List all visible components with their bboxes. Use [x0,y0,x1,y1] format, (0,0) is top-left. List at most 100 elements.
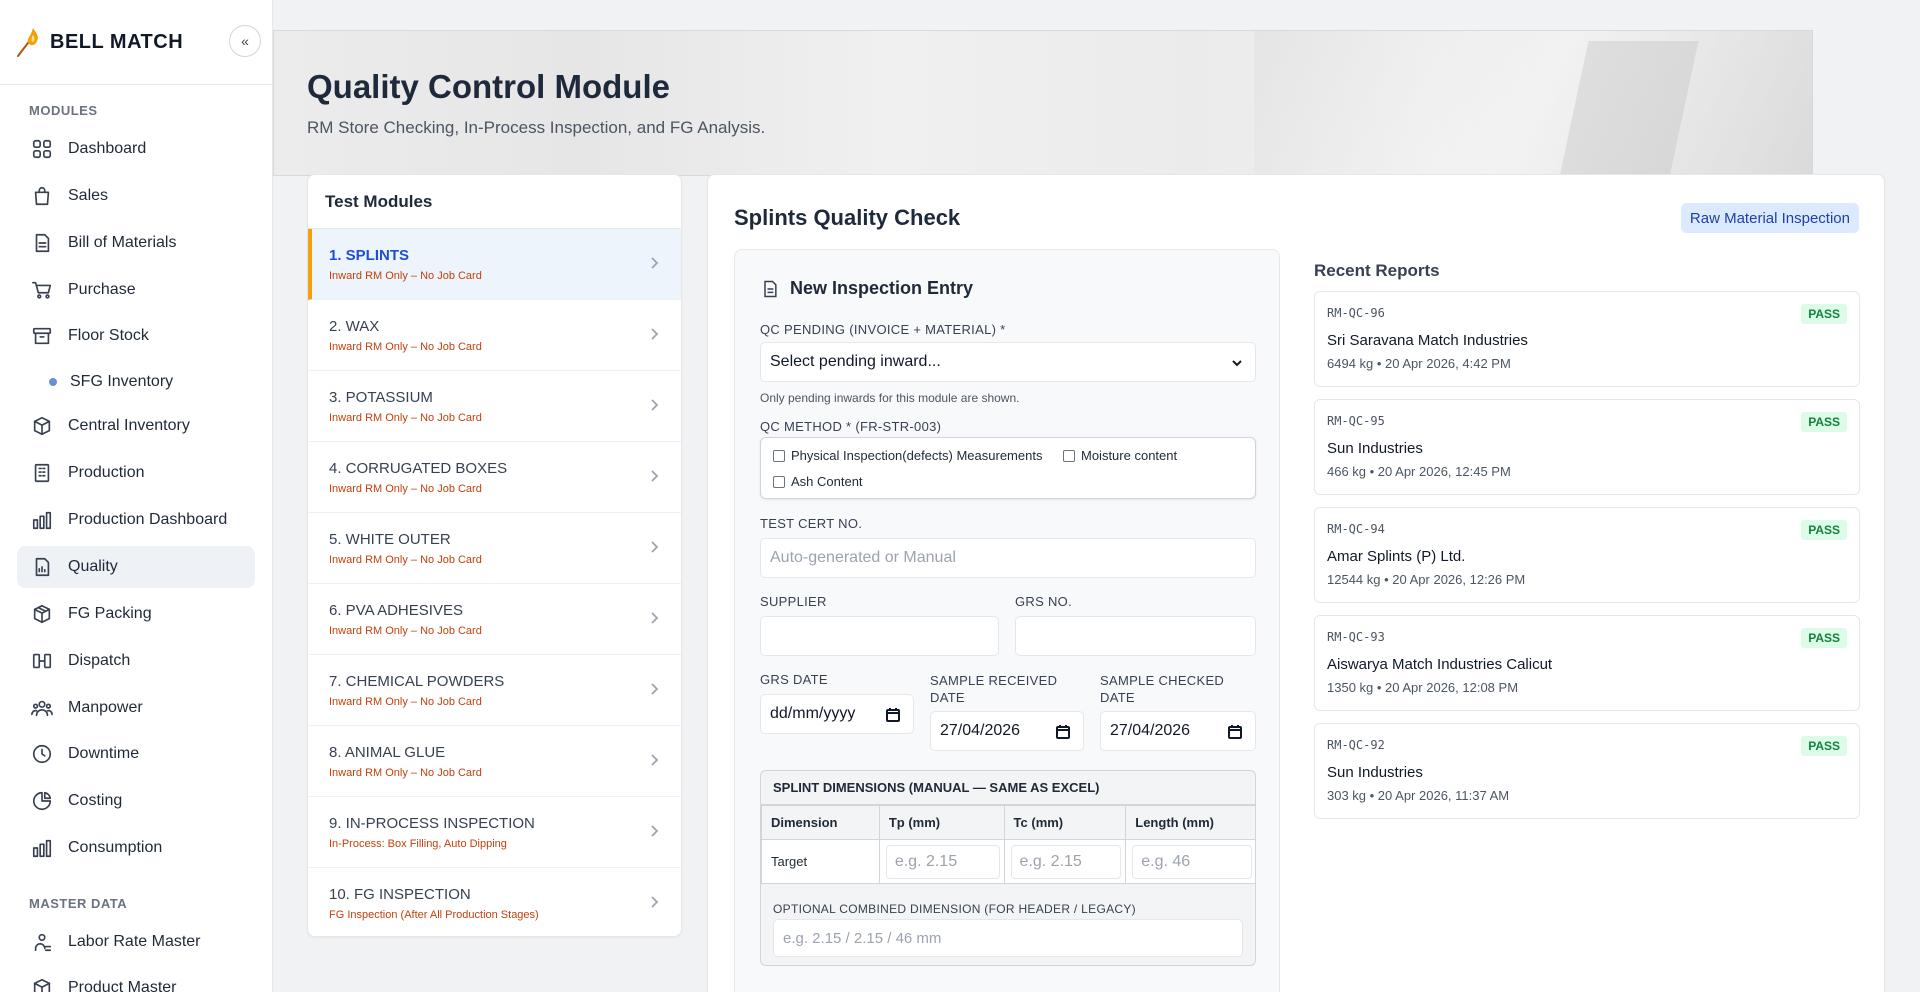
cart-icon [30,278,54,302]
test-module-item[interactable]: 5. WHITE OUTER Inward RM Only – No Job Ca… [308,513,681,584]
test-module-item[interactable]: 1. SPLINTS Inward RM Only – No Job Card [308,229,681,300]
sidebar-item-label: Production Dashboard [68,511,228,528]
length-input[interactable]: e.g. 46 [1132,844,1252,879]
shopping-bag-icon [30,184,54,208]
method-ash-checkbox[interactable]: Ash Content [773,474,863,489]
test-module-item[interactable]: 4. CORRUGATED BOXES Inward RM Only – No J… [308,442,681,513]
building-icon [30,461,54,485]
sidebar-item-label: Downtime [68,745,140,762]
test-cert-input[interactable]: Auto-generated or Manual [760,538,1256,578]
sample-checked-input[interactable]: 27/04/2026 [1100,711,1256,751]
tp-input[interactable]: e.g. 2.15 [885,844,1000,879]
bar-chart-icon [30,836,54,860]
grs-no-input[interactable] [1015,616,1256,656]
report-card[interactable]: RM-QC-93 PASS Aiswarya Match Industries Ca… [1314,615,1860,711]
tp-cell: e.g. 2.15 [878,839,1005,884]
test-module-item[interactable]: 9. IN-PROCESS INSPECTION In-Process: Box … [308,797,681,868]
sidebar-item-label: Dispatch [68,652,131,669]
report-meta: 12544 kg • 20 Apr 2026, 12:26 PM [1327,572,1526,587]
qc-method-group: Physical Inspection(defects) Measurement… [760,437,1256,499]
method-physical-checkbox[interactable]: Physical Inspection(defects) Measurement… [773,448,1042,463]
sidebar-item-sales[interactable]: Sales [17,175,255,217]
qc-pending-label: QC PENDING (INVOICE + MATERIAL) * [760,322,1006,337]
table-row: Target e.g. 2.15 e.g. 2.15 e.g. 46 [761,839,1255,884]
sidebar-item-fg-packing[interactable]: FG Packing [17,593,255,635]
test-module-name: 10. FG INSPECTION [329,885,471,903]
test-module-scope: Inward RM Only – No Job Card [329,482,482,495]
grs-date-input[interactable]: dd/mm/yyyy [760,694,914,734]
test-module-scope: Inward RM Only – No Job Card [329,411,482,424]
test-module-item[interactable]: 6. PVA ADHESIVES Inward RM Only – No Job … [308,584,681,655]
sidebar-item-label: SFG Inventory [70,373,174,390]
document-icon [30,231,54,255]
banner-image [1254,31,1812,175]
recent-reports-title: Recent Reports [1314,261,1440,280]
optional-dimension-input[interactable]: e.g. 2.15 / 2.15 / 46 mm [773,919,1243,957]
chevron-down-icon [1229,355,1245,371]
report-icon [30,555,54,579]
test-module-item[interactable]: 8. ANIMAL GLUE Inward RM Only – No Job Ca… [308,726,681,797]
sidebar-item-costing[interactable]: Costing [17,780,255,822]
sidebar-item-dashboard[interactable]: Dashboard [17,128,255,170]
qc-method-label: QC METHOD * (FR-STR-003) [760,419,942,434]
sidebar-item-purchase[interactable]: Purchase [17,269,255,311]
sidebar-item-consumption[interactable]: Consumption [17,827,255,869]
sidebar-item-labor-rate-master[interactable]: Labor Rate Master [17,921,255,963]
report-card[interactable]: RM-QC-96 PASS Sri Saravana Match Industrie… [1314,291,1860,387]
sidebar-item-label: Sales [68,187,109,204]
test-module-scope: Inward RM Only – No Job Card [329,766,482,779]
sample-received-label: SAMPLE RECEIVED DATE [930,673,1058,705]
bar-chart-icon [30,508,54,532]
sidebar-item-production[interactable]: Production [17,452,255,494]
calendar-icon[interactable] [1227,724,1243,740]
supplier-input[interactable] [760,616,999,656]
report-card[interactable]: RM-QC-95 PASS Sun Industries 466 kg • 20 Ap… [1314,399,1860,495]
report-meta: 6494 kg • 20 Apr 2026, 4:42 PM [1327,356,1511,371]
sidebar-item-label: Central Inventory [68,417,190,434]
box-icon [30,414,54,438]
report-card[interactable]: RM-QC-94 PASS Amar Splints (P) Ltd. 12544 k… [1314,507,1860,603]
sidebar-item-floor-stock[interactable]: Floor Stock [17,315,255,357]
column-header: Dimension [761,805,880,840]
sample-received-input[interactable]: 27/04/2026 [930,711,1084,751]
entry-title: New Inspection Entry [760,278,973,299]
user-cog-icon [30,930,54,954]
report-supplier: Sri Saravana Match Industries [1327,332,1528,349]
tc-input[interactable]: e.g. 2.15 [1010,844,1122,879]
test-modules-panel: Test Modules 1. SPLINTS Inward RM Only – … [307,174,682,937]
test-module-item[interactable]: 3. POTASSIUM Inward RM Only – No Job Card [308,371,681,442]
test-module-scope: Inward RM Only – No Job Card [329,340,482,353]
calendar-icon[interactable] [1055,724,1071,740]
chevron-right-icon [646,468,662,484]
sidebar-item-product-master[interactable]: Product Master [17,967,255,992]
collapse-sidebar-button[interactable]: « [229,25,261,57]
test-module-item[interactable]: 7. CHEMICAL POWDERS Inward RM Only – No J… [308,655,681,726]
sidebar-item-central-inventory[interactable]: Central Inventory [17,405,255,447]
test-module-name: 3. POTASSIUM [329,388,433,406]
splints-qc-panel: Splints Quality Check Raw Material Inspe… [707,174,1885,992]
report-supplier: Aiswarya Match Industries Calicut [1327,656,1553,673]
method-moisture-checkbox[interactable]: Moisture content [1063,448,1177,463]
status-badge: PASS [1801,736,1847,756]
sidebar-item-quality[interactable]: Quality [17,546,255,588]
test-module-item[interactable]: 2. WAX Inward RM Only – No Job Card [308,300,681,371]
calendar-icon[interactable] [885,707,901,723]
optional-dimension-label: OPTIONAL COMBINED DIMENSION (FOR HEADER … [773,902,1136,916]
sidebar-item-downtime[interactable]: Downtime [17,733,255,775]
report-supplier: Sun Industries [1327,764,1423,781]
test-module-scope: Inward RM Only – No Job Card [329,553,482,566]
test-modules-list: 1. SPLINTS Inward RM Only – No Job Card 2.… [308,229,681,936]
qc-pending-select[interactable]: Select pending inward... [760,342,1256,382]
method-label: Ash Content [791,474,863,489]
sidebar-item-dispatch[interactable]: Dispatch [17,640,255,682]
report-supplier: Amar Splints (P) Ltd. [1327,548,1466,565]
sidebar-item-bill-of-materials[interactable]: Bill of Materials [17,222,255,264]
report-card[interactable]: RM-QC-92 PASS Sun Industries 303 kg • 20 Ap… [1314,723,1860,819]
sidebar-item-production-dashboard[interactable]: Production Dashboard [17,499,255,541]
test-module-name: 9. IN-PROCESS INSPECTION [329,814,535,832]
report-id: RM-QC-93 [1327,630,1385,644]
sidebar-item-manpower[interactable]: Manpower [17,687,255,729]
sidebar-item-sfg-inventory[interactable]: SFG Inventory [17,361,255,403]
test-module-item[interactable]: 10. FG INSPECTION FG Inspection (After Al… [308,868,681,936]
report-id: RM-QC-96 [1327,306,1385,320]
